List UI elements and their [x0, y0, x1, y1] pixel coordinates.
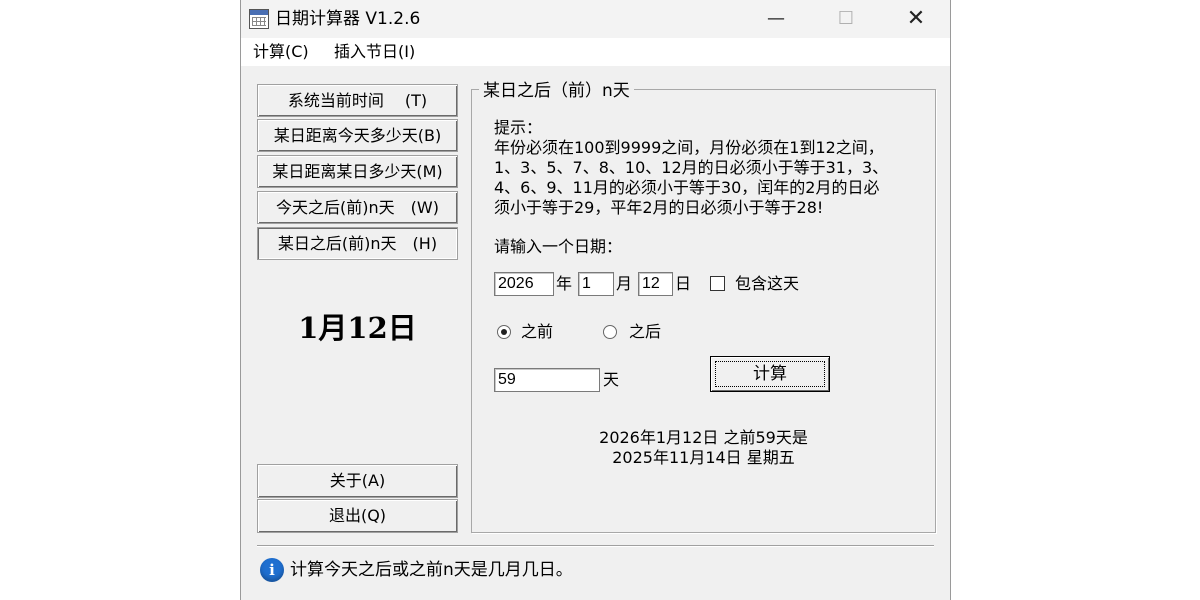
groupbox-title: 某日之后（前）n天: [479, 80, 634, 102]
calendar-icon: [249, 9, 269, 29]
hint-line: 年份必须在100到9999之间，月份必须在1到12之间，: [494, 138, 884, 157]
hint-title: 提示：: [494, 118, 543, 137]
window-title: 日期计算器 V1.2.6: [275, 9, 421, 29]
date-prompt-label: 请输入一个日期：: [494, 237, 623, 256]
title-bar[interactable]: 日期计算器 V1.2.6 — ☐ ✕: [241, 0, 950, 38]
nav-button-today-offset[interactable]: 今天之后(前)n天 (W): [257, 191, 458, 224]
after-radio-label[interactable]: 之后: [629, 322, 661, 342]
calculate-button-label: 计算: [715, 361, 825, 387]
about-button[interactable]: 关于(A): [257, 464, 458, 498]
today-date-display: 1月12日: [298, 311, 417, 345]
info-icon: i: [260, 558, 284, 582]
year-unit-label: 年: [556, 274, 573, 293]
before-radio-label[interactable]: 之前: [521, 322, 553, 342]
status-text: 计算今天之后或之前n天是几月几日。: [290, 560, 573, 580]
menu-bar: 计算(C) 插入节日(I): [241, 38, 950, 66]
nav-button-current-time[interactable]: 系统当前时间 (T): [257, 84, 458, 117]
days-input[interactable]: 59: [494, 368, 600, 392]
nav-button-date-offset[interactable]: 某日之后(前)n天 (H): [257, 227, 458, 260]
exit-button[interactable]: 退出(Q): [257, 499, 458, 533]
before-radio[interactable]: [497, 325, 511, 339]
nav-button-days-to-today[interactable]: 某日距离今天多少天(B): [257, 119, 458, 152]
year-input[interactable]: 2026: [494, 272, 554, 296]
hint-line: 4、6、9、11月的必须小于等于30，闰年的2月的日必: [494, 178, 880, 197]
hint-line: 1、3、5、7、8、10、12月的日必须小于等于31，3、: [494, 158, 889, 177]
after-radio[interactable]: [603, 325, 617, 339]
days-unit-label: 天: [603, 370, 620, 389]
minimize-button[interactable]: —: [741, 0, 811, 38]
result-line-2: 2025年11月14日 星期五: [612, 448, 795, 467]
menu-calculate[interactable]: 计算(C): [253, 42, 309, 62]
menu-insert-holiday[interactable]: 插入节日(I): [334, 42, 415, 62]
close-button[interactable]: ✕: [881, 0, 951, 38]
result-line-1: 2026年1月12日 之前59天是: [599, 428, 808, 447]
day-unit-label: 日: [675, 274, 692, 293]
status-separator: [257, 545, 934, 546]
app-window: 日期计算器 V1.2.6 — ☐ ✕ 计算(C) 插入节日(I) 系统当前时间 …: [240, 0, 951, 600]
maximize-button[interactable]: ☐: [811, 0, 881, 38]
nav-button-days-between-dates[interactable]: 某日距离某日多少天(M): [257, 155, 458, 188]
month-input[interactable]: 1: [578, 272, 614, 296]
month-unit-label: 月: [616, 274, 633, 293]
calculate-button[interactable]: 计算: [710, 356, 830, 392]
include-today-label[interactable]: 包含这天: [735, 274, 799, 294]
day-input[interactable]: 12: [638, 272, 673, 296]
include-today-checkbox[interactable]: [710, 276, 725, 291]
hint-block: 提示： 年份必须在100到9999之间，月份必须在1到12之间， 1、3、5、7…: [494, 118, 924, 218]
radio-selected-dot: [501, 329, 507, 335]
hint-line: 须小于等于29，平年2月的日必须小于等于28!: [494, 198, 824, 217]
